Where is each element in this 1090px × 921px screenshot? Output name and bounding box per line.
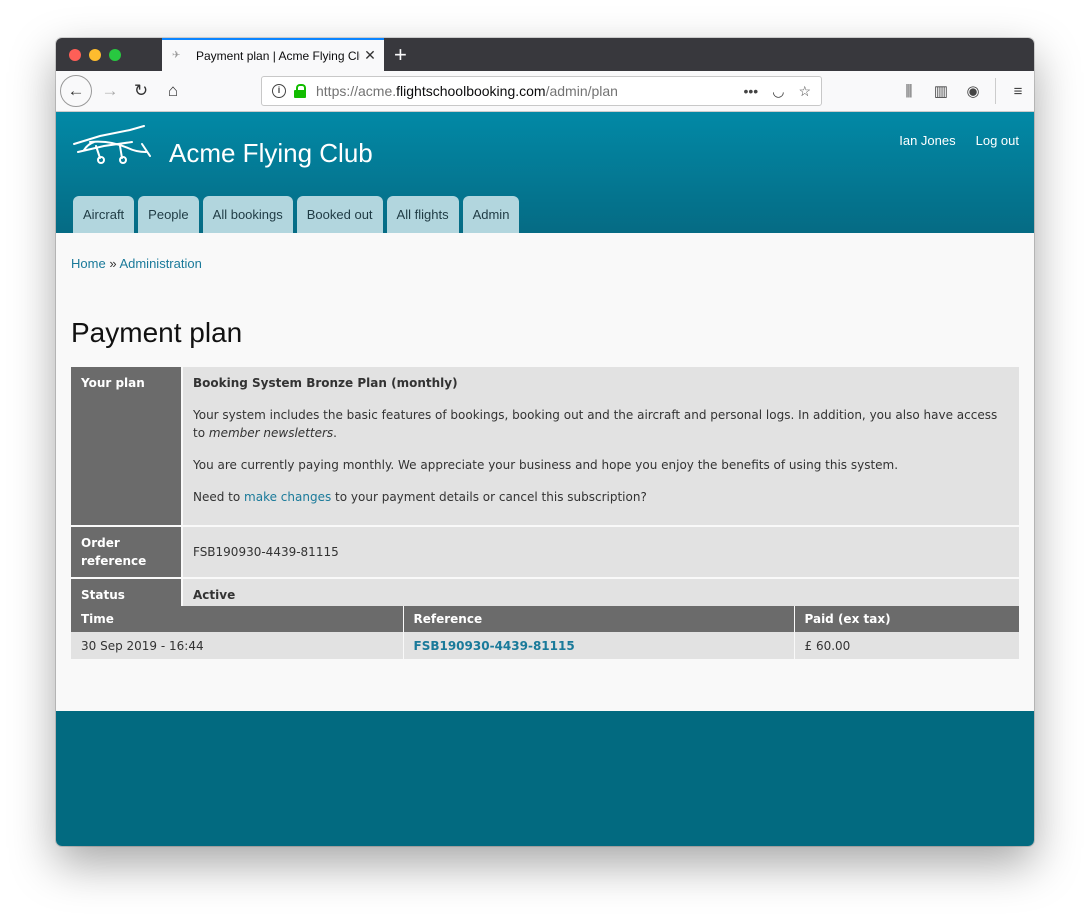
order-reference-value: FSB190930-4439-81115 <box>181 526 1019 579</box>
url-bar[interactable]: i https://acme.flightschoolbooking.com/a… <box>261 76 822 106</box>
payments-table: Time Reference Paid (ex tax) 30 Sep 2019… <box>71 606 1019 659</box>
url-prefix: https://acme. <box>316 83 397 99</box>
nav-tab-all-bookings[interactable]: All bookings <box>202 196 293 233</box>
column-header-reference: Reference <box>402 606 794 632</box>
pocket-icon[interactable]: ◡ <box>772 83 784 100</box>
nav-tab-booked-out[interactable]: Booked out <box>296 196 383 233</box>
breadcrumb-administration-link[interactable]: Administration <box>119 256 201 271</box>
page-actions-icon[interactable]: ••• <box>744 83 759 100</box>
back-button[interactable]: ← <box>60 75 92 107</box>
maximize-window-button[interactable] <box>109 49 121 61</box>
changes-prefix: Need to <box>193 490 245 504</box>
main-content: Home » Administration Payment plan Your … <box>56 233 1034 711</box>
plan-changes-text: Need to make changes to your payment det… <box>193 488 1009 506</box>
your-plan-label: Your plan <box>71 367 182 527</box>
plan-paying-text: You are currently paying monthly. We app… <box>193 458 899 472</box>
order-reference-row: Order reference FSB190930-4439-81115 <box>71 526 1019 579</box>
plan-description-end: . <box>333 426 337 440</box>
nav-tab-admin[interactable]: Admin <box>462 196 520 233</box>
browser-tab-active[interactable]: ✈ Payment plan | Acme Flying Club ✕ <box>162 38 384 71</box>
payments-header-row: Time Reference Paid (ex tax) <box>71 606 1019 632</box>
new-tab-button[interactable]: + <box>394 42 407 68</box>
logout-link[interactable]: Log out <box>976 133 1019 148</box>
toolbar-divider <box>995 78 996 104</box>
bookmark-star-icon[interactable]: ☆ <box>798 83 811 100</box>
library-icon[interactable]: ⫼ <box>893 83 925 100</box>
reload-button[interactable]: ↻ <box>126 76 156 106</box>
status-badge: Active <box>193 588 236 602</box>
tab-bar: ✈ Payment plan | Acme Flying Club ✕ + <box>56 38 1034 71</box>
table-row: 30 Sep 2019 - 16:44 FSB190930-4439-81115… <box>71 632 1019 659</box>
url-text[interactable]: https://acme.flightschoolbooking.com/adm… <box>316 83 744 99</box>
page-title: Payment plan <box>71 317 243 348</box>
minimize-window-button[interactable] <box>89 49 101 61</box>
payment-amount: £ 60.00 <box>793 632 1019 659</box>
browser-window: ✈ Payment plan | Acme Flying Club ✕ + ← … <box>56 38 1034 846</box>
nav-tab-aircraft[interactable]: Aircraft <box>73 196 135 233</box>
column-header-paid: Paid (ex tax) <box>793 606 1019 632</box>
home-button[interactable]: ⌂ <box>158 76 188 106</box>
tab-title: Payment plan | Acme Flying Club <box>196 48 360 63</box>
biplane-logo-icon[interactable] <box>70 122 152 166</box>
site-title[interactable]: Acme Flying Club <box>169 138 373 169</box>
hamburger-menu-icon[interactable]: ≡ <box>1002 83 1034 100</box>
forward-button[interactable]: → <box>95 76 125 106</box>
close-tab-icon[interactable]: ✕ <box>360 47 380 64</box>
plane-favicon-icon: ✈ <box>172 49 181 61</box>
breadcrumb-home-link[interactable]: Home <box>71 256 106 271</box>
site-info-icon[interactable]: i <box>272 84 286 98</box>
breadcrumb: Home » Administration <box>71 256 202 271</box>
plan-row: Your plan Booking System Bronze Plan (mo… <box>71 367 1019 527</box>
payment-reference-cell: FSB190930-4439-81115 <box>402 632 794 659</box>
nav-tab-all-flights[interactable]: All flights <box>386 196 459 233</box>
plan-details-cell: Booking System Bronze Plan (monthly) You… <box>181 367 1019 527</box>
close-window-button[interactable] <box>69 49 81 61</box>
payment-time: 30 Sep 2019 - 16:44 <box>71 632 403 659</box>
payment-reference-link[interactable]: FSB190930-4439-81115 <box>414 639 575 653</box>
user-name-link[interactable]: Ian Jones <box>899 133 955 148</box>
url-path: /admin/plan <box>545 83 618 99</box>
changes-suffix: to your payment details or cancel this s… <box>331 490 647 504</box>
lock-icon[interactable] <box>294 84 306 98</box>
make-changes-link[interactable]: make changes <box>244 490 331 504</box>
plan-feature-newsletters: member newsletters <box>208 426 334 440</box>
url-host: flightschoolbooking.com <box>396 83 546 99</box>
navigation-toolbar: ← → ↻ ⌂ i https://acme.flightschoolbooki… <box>56 71 1034 112</box>
main-navigation: Aircraft People All bookings Booked out … <box>73 196 520 233</box>
nav-tab-people[interactable]: People <box>138 196 199 233</box>
plan-description: Your system includes the basic features … <box>193 406 1009 442</box>
plan-name: Booking System Bronze Plan (monthly) <box>193 376 458 390</box>
column-header-time: Time <box>71 606 403 632</box>
order-reference-label: Order reference <box>71 526 182 579</box>
account-icon[interactable]: ◉ <box>957 82 989 100</box>
site-footer <box>56 711 1034 846</box>
sidebar-icon[interactable]: ▥ <box>925 82 957 100</box>
breadcrumb-separator: » <box>109 256 117 271</box>
plan-details-table: Your plan Booking System Bronze Plan (mo… <box>71 367 1019 611</box>
site-header: Acme Flying Club Ian Jones Log out Aircr… <box>56 112 1034 233</box>
